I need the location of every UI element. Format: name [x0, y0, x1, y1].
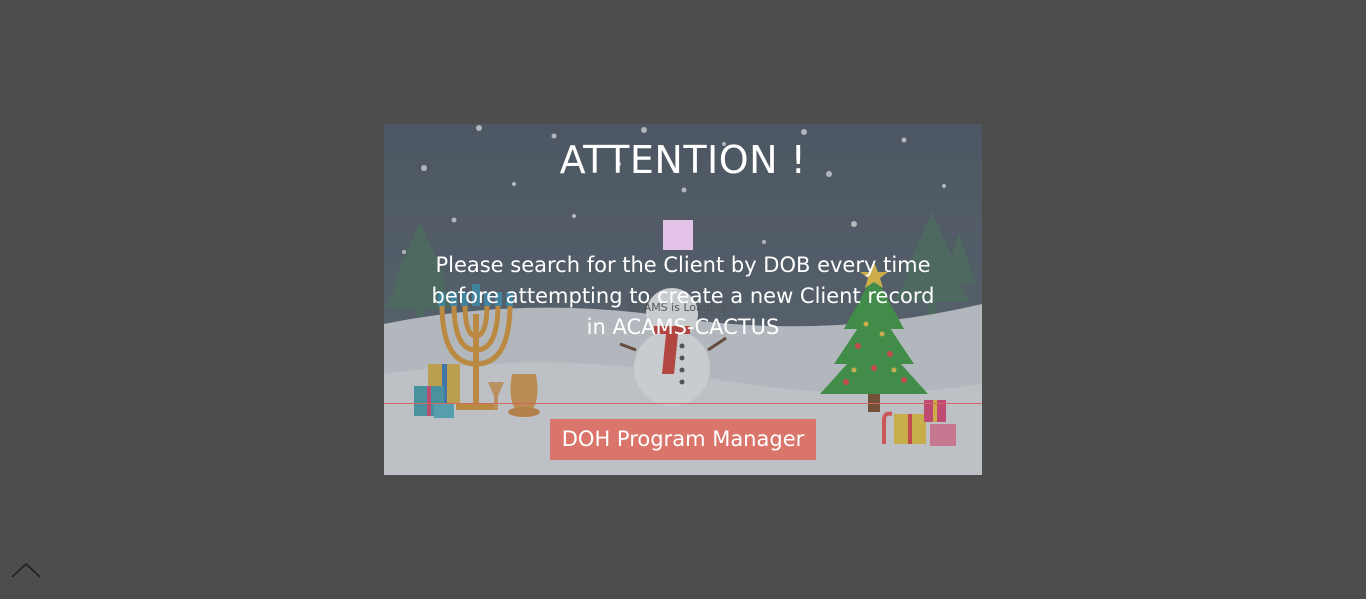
doh-program-manager-button[interactable]: DOH Program Manager — [550, 419, 816, 460]
modal-message: Please search for the Client by DOB ever… — [431, 253, 935, 339]
modal-divider — [384, 403, 982, 404]
chevron-up-icon — [11, 562, 41, 578]
scroll-to-top-button[interactable] — [10, 560, 42, 580]
attention-modal: ATTENTION ! ACAMS is Loading... Please s… — [384, 124, 982, 475]
modal-title: ATTENTION ! — [559, 138, 807, 182]
loading-spinner — [663, 220, 693, 250]
